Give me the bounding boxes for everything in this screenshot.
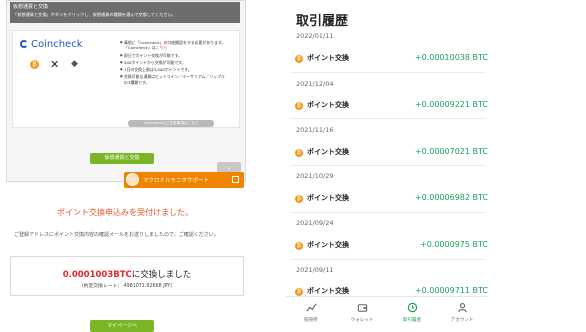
tab-label: 販売所 <box>304 318 318 323</box>
history-amount: +0.00009221 BTC <box>414 100 488 109</box>
bitcoin-icon: ₿ <box>295 149 303 157</box>
brand-name: Coincheck <box>31 39 83 50</box>
divider <box>290 259 486 260</box>
bottom-tab-bar: 販売所 ウォレット 取引履歴 アカウント <box>286 296 488 330</box>
condition-item: 事前に「Coincheck」の口座開設をする必要があります。「Coincheck… <box>120 40 228 50</box>
history-label: ポイント交換 <box>307 101 349 109</box>
exchange-crypto-button[interactable]: 仮想通貨と交換 <box>90 153 154 164</box>
result-suffix: に交換しました <box>131 270 192 280</box>
card-header: 仮想通貨と交換 「仮想通貨と交換」ボタンをクリックし、仮想通貨の種類を選んで交換… <box>10 2 240 23</box>
coincheck-logo: Coincheck <box>20 38 110 52</box>
mypage-button[interactable]: マイページへ <box>90 320 154 332</box>
history-row[interactable]: ₿ ポイント交換 +0.00010038 BTC <box>286 50 488 70</box>
ethereum-icon: ◆ <box>71 59 78 69</box>
bitcoin-icon: ₿ <box>30 60 39 69</box>
ripple-icon: ✕ <box>50 58 60 71</box>
wallet-icon <box>357 304 368 312</box>
minimize-icon[interactable] <box>232 176 239 183</box>
bitcoin-icon: ₿ <box>295 195 303 203</box>
completion-description: ご登録アドレスにポイント交換内容の確認メールをお送りしましたので、ご確認ください… <box>14 232 219 238</box>
tab-market[interactable]: 販売所 <box>286 297 336 331</box>
divider <box>290 118 486 119</box>
condition-item: 交換可能な通貨はビットコイン／イーサリアム／リップルの3種類です。 <box>120 74 228 84</box>
history-label: ポイント交換 <box>307 54 349 62</box>
account-icon <box>458 303 467 313</box>
condition-item: 500ポイントから交換が可能です。 <box>120 60 228 65</box>
coincheck-notes-link[interactable]: Coincheckのご注意事項はこちら <box>128 120 214 127</box>
bitcoin-icon: ₿ <box>295 102 303 110</box>
card-header-sub: 「仮想通貨と交換」ボタンをクリックし、仮想通貨の種類を選んで交換してください。 <box>13 12 176 17</box>
coincheck-link[interactable]: こちら <box>156 45 168 50</box>
coincheck-conditions-list: 事前に「Coincheck」の口座開設をする必要があります。「Coincheck… <box>120 40 228 87</box>
history-amount: +0.00006982 BTC <box>414 193 488 202</box>
history-date: 2021/12/04 <box>296 80 334 88</box>
chart-icon <box>306 303 317 312</box>
coincheck-logo-icon <box>20 40 28 48</box>
condition-item: 1日の交換上限は5,000ポイントです。 <box>120 67 228 72</box>
history-row[interactable]: ₿ ポイント交換 +0.00006982 BTC <box>286 190 488 210</box>
history-date: 2021/09/11 <box>296 266 334 274</box>
result-amount: 0.0001003BTC <box>62 270 132 280</box>
chevron-down-icon[interactable]: ⌄ <box>217 162 241 172</box>
support-avatar <box>126 173 139 186</box>
tab-label: アカウント <box>450 318 474 323</box>
completion-title: ポイント交換申込みを受付けました。 <box>57 208 193 217</box>
history-amount: +0.00009711 BTC <box>414 286 488 295</box>
divider <box>290 72 486 73</box>
bitcoin-icon: ₿ <box>295 242 303 250</box>
history-date: 2021/10/29 <box>296 172 334 180</box>
history-label: ポイント交換 <box>307 148 349 156</box>
card-header-title: 仮想通貨と交換 <box>13 4 49 10</box>
history-label: ポイント交換 <box>307 287 349 295</box>
tab-label: ウォレット <box>350 318 374 323</box>
tab-label: 取引履歴 <box>403 318 421 323</box>
page-title: 取引履歴 <box>296 14 349 29</box>
history-label: ポイント交換 <box>307 241 349 249</box>
tab-wallet[interactable]: ウォレット <box>337 297 387 331</box>
history-icon <box>407 302 418 313</box>
result-amount-line: 0.0001003BTCに交換しました <box>10 268 244 280</box>
history-row[interactable]: ₿ ポイント交換 +0.0000975 BTC <box>286 237 488 257</box>
result-rate: （約定交換レート： 4981071.92668 JPY） <box>78 284 176 289</box>
history-amount: +0.0000975 BTC <box>420 240 488 249</box>
history-date: 2021/09/24 <box>296 219 334 227</box>
history-amount: +0.00007021 BTC <box>414 147 488 156</box>
divider <box>290 212 486 213</box>
support-label: マクロミルモニタサポート <box>143 178 210 184</box>
history-row[interactable]: ₿ ポイント交換 +0.00007021 BTC <box>286 144 488 164</box>
history-label: ポイント交換 <box>307 194 349 202</box>
history-row[interactable]: ₿ ポイント交換 +0.00009221 BTC <box>286 97 488 117</box>
history-date: 2021/11/16 <box>296 126 334 134</box>
tab-history[interactable]: 取引履歴 <box>387 297 437 331</box>
divider <box>290 165 486 166</box>
condition-item: 即日でポイント交換が可能です。 <box>120 53 228 58</box>
tab-account[interactable]: アカウント <box>437 297 487 331</box>
bitcoin-icon: ₿ <box>295 288 303 296</box>
history-date: 2022/01/11 <box>296 32 334 40</box>
bitcoin-icon: ₿ <box>295 55 303 63</box>
history-amount: +0.00010038 BTC <box>414 53 488 62</box>
